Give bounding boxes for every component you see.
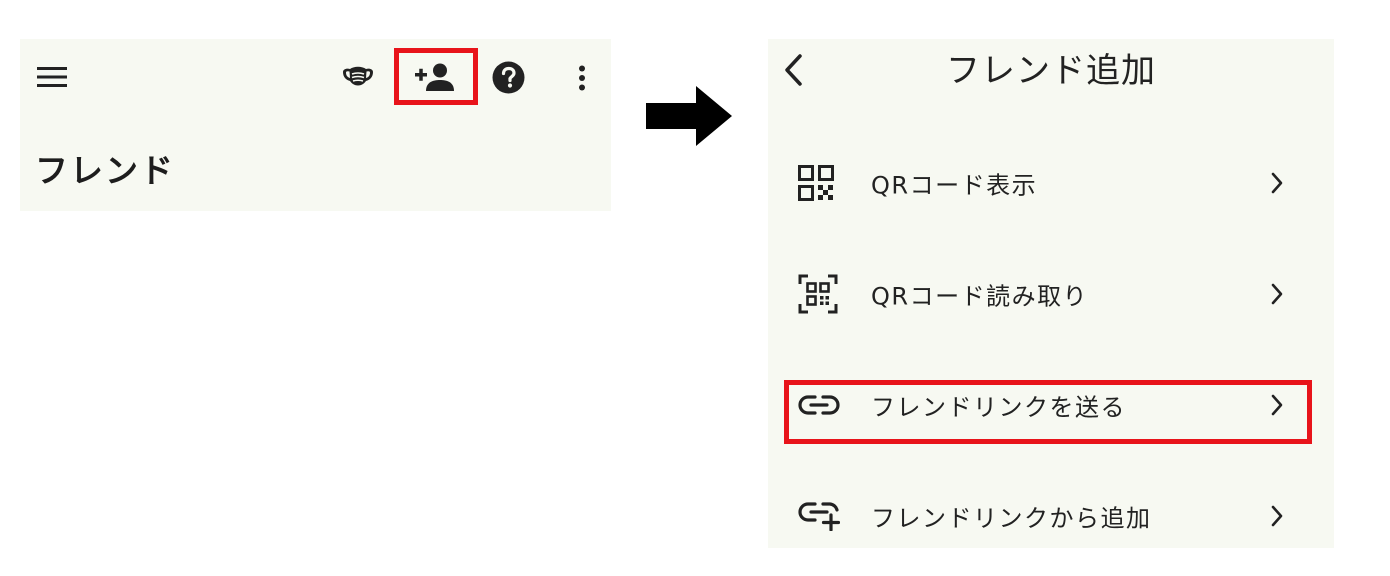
chevron-right-icon — [1270, 172, 1284, 194]
menu-item-label: フレンドリンクから追加 — [871, 504, 1152, 533]
page-title: フレンド — [35, 151, 175, 190]
add-friend-highlight — [394, 48, 478, 105]
chevron-right-icon — [1270, 505, 1284, 527]
help-icon[interactable] — [492, 61, 525, 94]
menu-item-label: QRコード読み取り — [871, 282, 1089, 311]
menu-item-qr-show[interactable]: QRコード表示 — [768, 128, 1334, 238]
add-link-icon — [798, 501, 840, 531]
menu-item-qr-scan[interactable]: QRコード読み取り — [768, 239, 1334, 349]
mask-icon[interactable] — [341, 65, 375, 89]
friends-screen: フレンド — [20, 39, 611, 211]
menu-item-label: QRコード表示 — [871, 171, 1038, 200]
add-friend-screen: フレンド追加 QRコード表示 QRコード読み取り フレンドリンクを送る フレンド… — [768, 39, 1334, 548]
chevron-right-icon — [1270, 283, 1284, 305]
qr-code-icon — [798, 165, 834, 201]
menu-item-add-from-link[interactable]: フレンドリンクから追加 — [768, 461, 1334, 571]
menu-icon[interactable] — [37, 66, 67, 88]
header-title: フレンド追加 — [946, 51, 1156, 91]
send-link-highlight — [784, 380, 1312, 444]
qr-scan-icon — [798, 274, 838, 314]
right-arrow-icon — [646, 86, 732, 146]
more-vert-icon[interactable] — [578, 65, 586, 91]
